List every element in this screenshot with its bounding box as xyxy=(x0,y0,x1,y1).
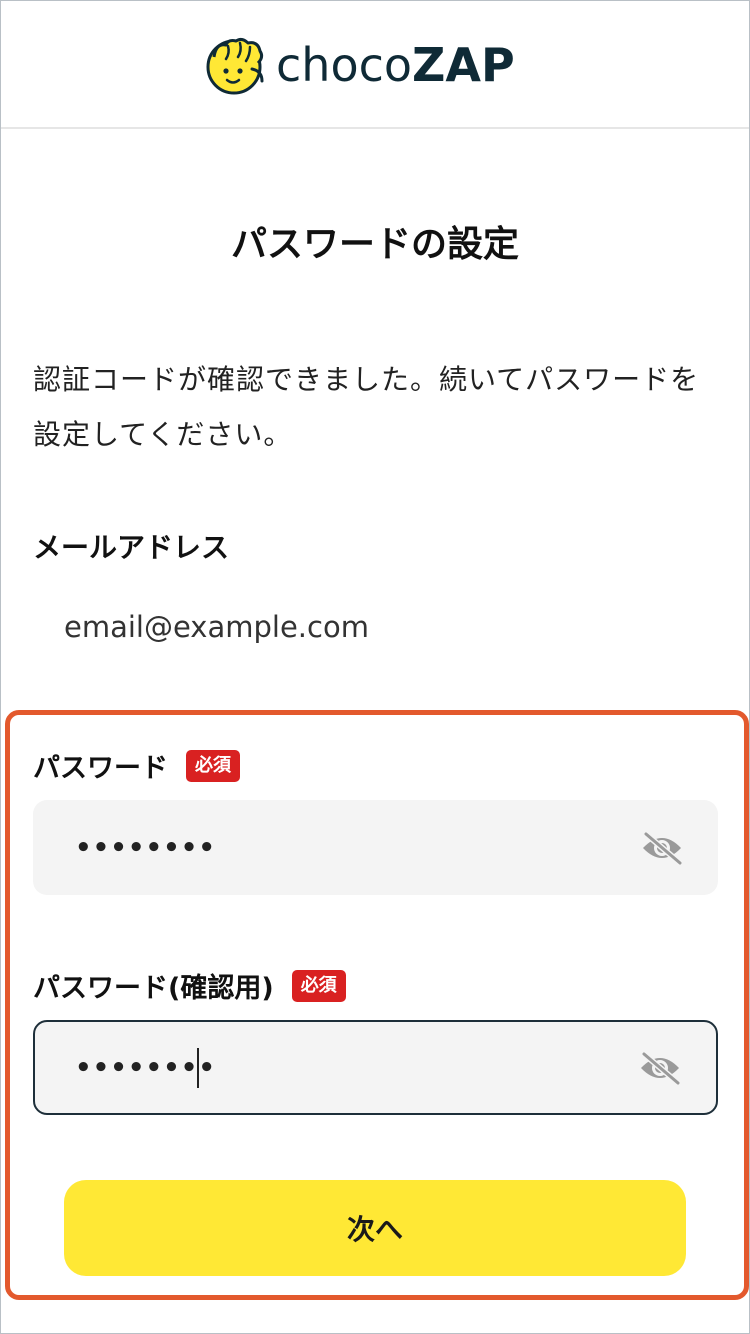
password-masked-value: •••••••• xyxy=(75,832,216,863)
password-confirm-label-row: パスワード(確認用) 必須 xyxy=(33,966,346,1005)
text-caret xyxy=(197,1048,199,1088)
eye-off-icon[interactable] xyxy=(640,830,684,866)
eye-off-icon[interactable] xyxy=(638,1050,682,1086)
logo-mascot-icon xyxy=(206,37,264,95)
password-confirm-label: パスワード(確認用) xyxy=(33,973,274,1004)
required-badge: 必須 xyxy=(291,969,346,1002)
app-header: chocoZAP xyxy=(1,1,749,129)
password-input[interactable]: •••••••• xyxy=(33,800,718,895)
page-description: 認証コードが確認できました。続いてパスワードを設定してください。 xyxy=(33,363,700,451)
password-confirm-input[interactable]: •••••••• xyxy=(33,1020,718,1115)
next-button[interactable]: 次へ xyxy=(64,1180,686,1276)
email-label: メールアドレス xyxy=(33,531,230,564)
password-label: パスワード xyxy=(33,753,168,784)
logo-wordmark-zap: ZAP xyxy=(412,38,515,92)
email-value: email@example.com xyxy=(64,610,369,644)
logo-wordmark: chocoZAP xyxy=(276,35,515,95)
logo-wordmark-choco: choco xyxy=(276,38,413,92)
required-badge: 必須 xyxy=(186,749,240,782)
page-title: パスワードの設定 xyxy=(230,224,519,265)
password-label-row: パスワード 必須 xyxy=(33,746,240,785)
password-confirm-masked-value: •••••••• xyxy=(75,1052,216,1083)
choco-zap-logo[interactable]: chocoZAP xyxy=(204,35,515,95)
